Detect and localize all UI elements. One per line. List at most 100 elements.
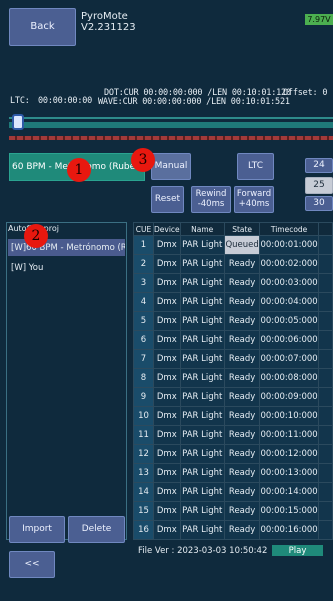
device-cell: Dmx	[153, 311, 181, 331]
timeline-bar[interactable]	[9, 122, 333, 128]
ltc-button[interactable]: LTC	[237, 153, 274, 180]
extra-cell	[317, 273, 333, 293]
timecode-cell: 00:00:14:000	[259, 482, 319, 502]
table-row[interactable]: 14 Dmx PAR Light Ready 00:00:14:000	[133, 482, 333, 502]
device-cell: Dmx	[153, 368, 181, 388]
column-header-timecode: Timecode	[259, 222, 319, 236]
state-cell: Ready	[223, 349, 261, 369]
extra-cell	[317, 349, 333, 369]
reset-button[interactable]: Reset	[151, 186, 184, 213]
extra-cell	[317, 425, 333, 445]
table-row[interactable]: 6 Dmx PAR Light Ready 00:00:06:000	[133, 330, 333, 350]
table-row[interactable]: 5 Dmx PAR Light Ready 00:00:05:000	[133, 311, 333, 331]
device-cell: Dmx	[153, 387, 181, 407]
timecode-cell: 00:00:15:000	[259, 501, 319, 521]
offset-value: Offset: 0	[283, 88, 328, 98]
extra-cell	[317, 406, 333, 426]
table-row[interactable]: 11 Dmx PAR Light Ready 00:00:11:000	[133, 425, 333, 445]
device-cell: Dmx	[153, 520, 181, 540]
timecode-cell: 00:00:01:000	[259, 235, 319, 255]
fps-24-button[interactable]: 24	[305, 158, 333, 173]
extra-cell	[317, 387, 333, 407]
table-row[interactable]: 8 Dmx PAR Light Ready 00:00:08:000	[133, 368, 333, 388]
state-cell: Ready	[223, 254, 261, 274]
device-cell: Dmx	[153, 235, 181, 255]
timeline-thumb[interactable]	[12, 114, 24, 130]
project-list-item[interactable]: [W] You	[8, 259, 125, 276]
state-cell: Ready	[223, 501, 261, 521]
table-row[interactable]: 1 Dmx PAR Light Queued 00:00:01:000	[133, 235, 333, 255]
app-name: PyroMote	[81, 11, 128, 22]
extra-cell	[317, 444, 333, 464]
name-cell: PAR Light	[179, 387, 225, 407]
table-row[interactable]: 13 Dmx PAR Light Ready 00:00:13:000	[133, 463, 333, 483]
device-cell: Dmx	[153, 482, 181, 502]
cue-cell: 2	[133, 254, 154, 274]
back-button[interactable]: Back	[9, 8, 76, 46]
annotation-badge-2: 2	[24, 224, 48, 248]
state-cell: Ready	[223, 463, 261, 483]
extra-cell	[317, 520, 333, 540]
cue-table: CUE Device Name State Timecode 1 Dmx PAR L…	[133, 222, 333, 540]
play-button[interactable]: Play	[272, 545, 323, 556]
name-cell: PAR Light	[179, 349, 225, 369]
table-row[interactable]: 7 Dmx PAR Light Ready 00:00:07:000	[133, 349, 333, 369]
device-cell: Dmx	[153, 501, 181, 521]
waveform-strip	[9, 136, 333, 140]
fps-30-button[interactable]: 30	[305, 196, 333, 211]
cue-cell: 8	[133, 368, 154, 388]
device-cell: Dmx	[153, 292, 181, 312]
table-row[interactable]: 3 Dmx PAR Light Ready 00:00:03:000	[133, 273, 333, 293]
timecode-cell: 00:00:09:000	[259, 387, 319, 407]
table-row[interactable]: 2 Dmx PAR Light Ready 00:00:02:000	[133, 254, 333, 274]
rewind-button[interactable]: Rewind -40ms	[191, 186, 231, 213]
timecode-cell: 00:00:12:000	[259, 444, 319, 464]
delete-button[interactable]: Delete	[68, 516, 125, 543]
file-version: File Ver : 2023-03-03 10:50:42	[138, 546, 268, 556]
fps-25-button[interactable]: 25	[305, 177, 333, 194]
table-row[interactable]: 10 Dmx PAR Light Ready 00:00:10:000	[133, 406, 333, 426]
device-cell: Dmx	[153, 444, 181, 464]
state-cell: Ready	[223, 368, 261, 388]
table-row[interactable]: 16 Dmx PAR Light Ready 00:00:16:000	[133, 520, 333, 540]
app-version: V2.231123	[81, 21, 136, 33]
cue-cell: 7	[133, 349, 154, 369]
prev-page-button[interactable]: <<	[9, 551, 55, 578]
timecode-cell: 00:00:13:000	[259, 463, 319, 483]
extra-cell	[317, 235, 333, 255]
import-button[interactable]: Import	[9, 516, 65, 543]
device-cell: Dmx	[153, 273, 181, 293]
name-cell: PAR Light	[179, 463, 225, 483]
timecode-cell: 00:00:04:000	[259, 292, 319, 312]
table-row[interactable]: 15 Dmx PAR Light Ready 00:00:15:000	[133, 501, 333, 521]
device-cell: Dmx	[153, 349, 181, 369]
name-cell: PAR Light	[179, 311, 225, 331]
table-row[interactable]: 12 Dmx PAR Light Ready 00:00:12:000	[133, 444, 333, 464]
name-cell: PAR Light	[179, 501, 225, 521]
name-cell: PAR Light	[179, 235, 225, 255]
extra-cell	[317, 368, 333, 388]
state-cell: Ready	[223, 311, 261, 331]
table-row[interactable]: 4 Dmx PAR Light Ready 00:00:04:000	[133, 292, 333, 312]
name-cell: PAR Light	[179, 368, 225, 388]
cue-cell: 6	[133, 330, 154, 350]
cue-cell: 5	[133, 311, 154, 331]
app-title: PyroMote V2.231123	[81, 11, 136, 33]
state-cell: Ready	[223, 330, 261, 350]
state-cell: Ready	[223, 482, 261, 502]
cue-cell: 14	[133, 482, 154, 502]
table-header-row: CUE Device Name State Timecode	[133, 222, 333, 236]
device-cell: Dmx	[153, 463, 181, 483]
column-header-name: Name	[179, 222, 225, 236]
state-cell: Ready	[223, 444, 261, 464]
extra-cell	[317, 254, 333, 274]
manual-button[interactable]: Manual	[151, 153, 191, 180]
name-cell: PAR Light	[179, 292, 225, 312]
rewind-label: Rewind -40ms	[195, 188, 227, 209]
cue-cell: 11	[133, 425, 154, 445]
state-cell: Ready	[223, 406, 261, 426]
table-row[interactable]: 9 Dmx PAR Light Ready 00:00:09:000	[133, 387, 333, 407]
forward-button[interactable]: Forward +40ms	[234, 186, 274, 213]
state-cell: Ready	[223, 387, 261, 407]
name-cell: PAR Light	[179, 444, 225, 464]
